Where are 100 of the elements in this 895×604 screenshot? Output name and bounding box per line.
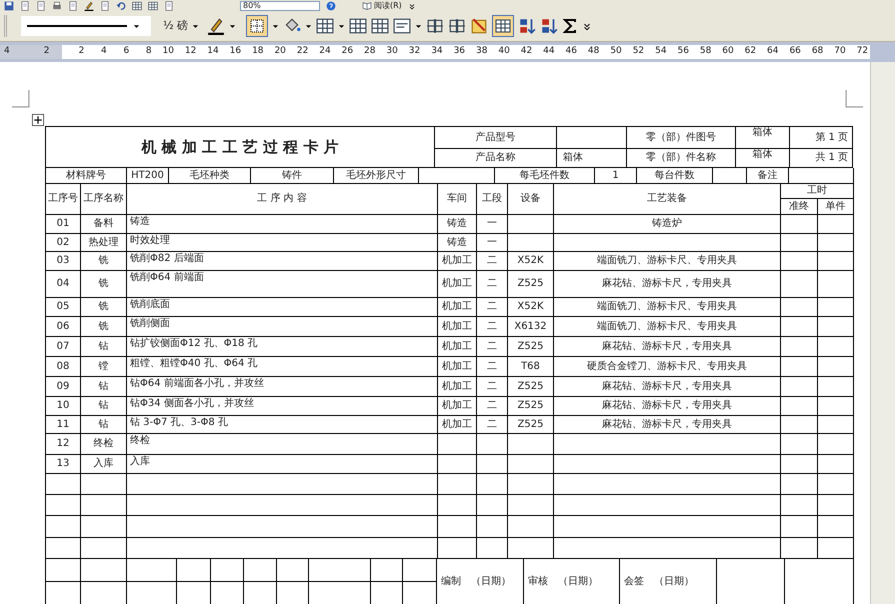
table-cell: 第 1 页 <box>815 132 848 144</box>
align-icon[interactable] <box>393 17 412 35</box>
field-label: 产品名称 <box>476 152 516 164</box>
table-cell: 09 <box>56 380 70 392</box>
ruler-number: 56 <box>677 45 689 58</box>
scrollbar[interactable] <box>870 62 895 604</box>
sum-icon[interactable] <box>562 18 578 34</box>
empty-cell <box>477 474 508 495</box>
field-label: 毛坯外形尺寸 <box>346 170 406 182</box>
signature-label: 会签 （日期） <box>624 576 694 588</box>
document-icon[interactable] <box>100 0 110 10</box>
caret-icon[interactable] <box>272 22 280 30</box>
empty-cell <box>781 234 818 252</box>
ruler-number: 64 <box>767 45 778 58</box>
document-icon[interactable] <box>36 0 46 10</box>
table-cell: 钻 <box>98 380 108 392</box>
table-icon[interactable] <box>148 0 158 10</box>
empty-cell <box>818 455 854 474</box>
caret-icon[interactable] <box>133 22 140 30</box>
table-icon[interactable] <box>371 17 390 35</box>
table-cell: 二 <box>487 320 497 332</box>
empty-cell <box>81 516 127 538</box>
columns-icon[interactable] <box>426 17 444 35</box>
table-cell: 07 <box>56 340 70 352</box>
table-cell: Z525 <box>518 380 544 392</box>
empty-cell <box>371 559 403 582</box>
ruler-number: 10 <box>162 45 174 58</box>
table-cell: 二 <box>487 301 497 313</box>
empty-cell <box>277 559 309 582</box>
table-cell: 机加工 <box>442 301 472 313</box>
table-move-handle-icon[interactable] <box>32 114 44 126</box>
table-cell: 二 <box>487 380 497 392</box>
table-icon[interactable] <box>132 0 142 10</box>
table-cell: 入库 <box>130 456 150 467</box>
table-cell: Z525 <box>518 418 544 430</box>
empty-cell <box>818 357 854 377</box>
ruler-number: 22 <box>296 45 308 58</box>
ruler[interactable]: 2 4 6 8 10 12 14 16 18 20 22 24 26 28 30 32 34 36 38 40 42 44 46 48 50 52 54 56 58 60 62 64 66 68 70 72 <box>62 45 870 59</box>
undo-icon[interactable] <box>116 0 126 10</box>
pen-icon[interactable] <box>207 17 226 35</box>
empty-cell <box>477 455 508 474</box>
signature-label: 审核 （日期） <box>528 576 598 588</box>
caret-icon[interactable] <box>338 22 346 30</box>
empty-cell <box>818 474 854 495</box>
caret-icon[interactable] <box>415 22 422 30</box>
caret-icon[interactable] <box>192 22 200 30</box>
printer-icon[interactable] <box>52 0 62 10</box>
empty-cell <box>403 559 437 582</box>
table-cell: 01 <box>56 218 70 230</box>
empty-cell <box>818 234 854 252</box>
ruler-number: 2 <box>78 45 84 58</box>
line-weight-dropdown[interactable]: ½ 磅 <box>159 16 204 36</box>
zoom-dropdown[interactable]: 80% <box>240 0 320 10</box>
sort-descending-icon[interactable] <box>540 17 558 35</box>
table-cell: 二 <box>487 255 497 267</box>
table-cell: 机加工 <box>442 380 472 392</box>
columns-icon[interactable] <box>448 17 466 35</box>
sort-ascending-icon[interactable] <box>518 17 536 35</box>
line-style-dropdown[interactable] <box>21 16 151 36</box>
field-label: 材料牌号 <box>66 170 106 182</box>
caret-icon[interactable] <box>305 22 312 30</box>
empty-cell <box>781 455 818 474</box>
table-cell: 03 <box>56 255 70 267</box>
caret-icon[interactable] <box>229 22 236 30</box>
table-cell: 铣 <box>98 320 108 332</box>
document-icon[interactable] <box>20 0 30 10</box>
table-cell: Z525 <box>518 400 544 412</box>
document-icon[interactable] <box>68 0 78 10</box>
pen-icon[interactable] <box>84 0 94 10</box>
table-icon[interactable] <box>349 17 368 35</box>
empty-cell <box>818 495 854 516</box>
read-button[interactable]: 阅读(R) <box>362 1 402 10</box>
ruler-number: 20 <box>274 45 286 58</box>
empty-cell <box>244 559 277 582</box>
field-label: 备注 <box>758 170 778 182</box>
ruler-number: 36 <box>454 45 466 58</box>
table-icon[interactable] <box>316 17 334 35</box>
column-header: 工段 <box>482 193 502 205</box>
table-cell: 10 <box>56 400 70 412</box>
line-icon <box>27 25 127 27</box>
empty-cell <box>818 397 854 416</box>
table-cell: 铣 <box>98 255 108 267</box>
table-cell: 钻扩铰侧面Φ12 孔、Φ18 孔 <box>130 338 258 349</box>
document-icon[interactable] <box>164 0 174 10</box>
table-cell: 一 <box>487 236 497 248</box>
border-icon <box>249 18 266 34</box>
save-icon[interactable] <box>4 0 14 10</box>
border-button[interactable] <box>246 15 268 37</box>
field-label: 零（部）件名称 <box>646 152 716 164</box>
autoformat-icon[interactable] <box>470 17 488 35</box>
empty-cell <box>127 559 177 582</box>
table-cell: 铣削Φ82 后端面 <box>130 253 204 264</box>
table-cell: 箱体 <box>563 152 583 164</box>
ruler-number: 26 <box>342 45 354 58</box>
ruler-number: 16 <box>230 45 242 58</box>
table-button[interactable] <box>492 15 514 37</box>
table-cell: 06 <box>56 320 70 332</box>
help-icon[interactable] <box>326 0 336 10</box>
column-header: 工时 <box>807 185 827 197</box>
table-cell: 共 1 页 <box>815 152 848 164</box>
